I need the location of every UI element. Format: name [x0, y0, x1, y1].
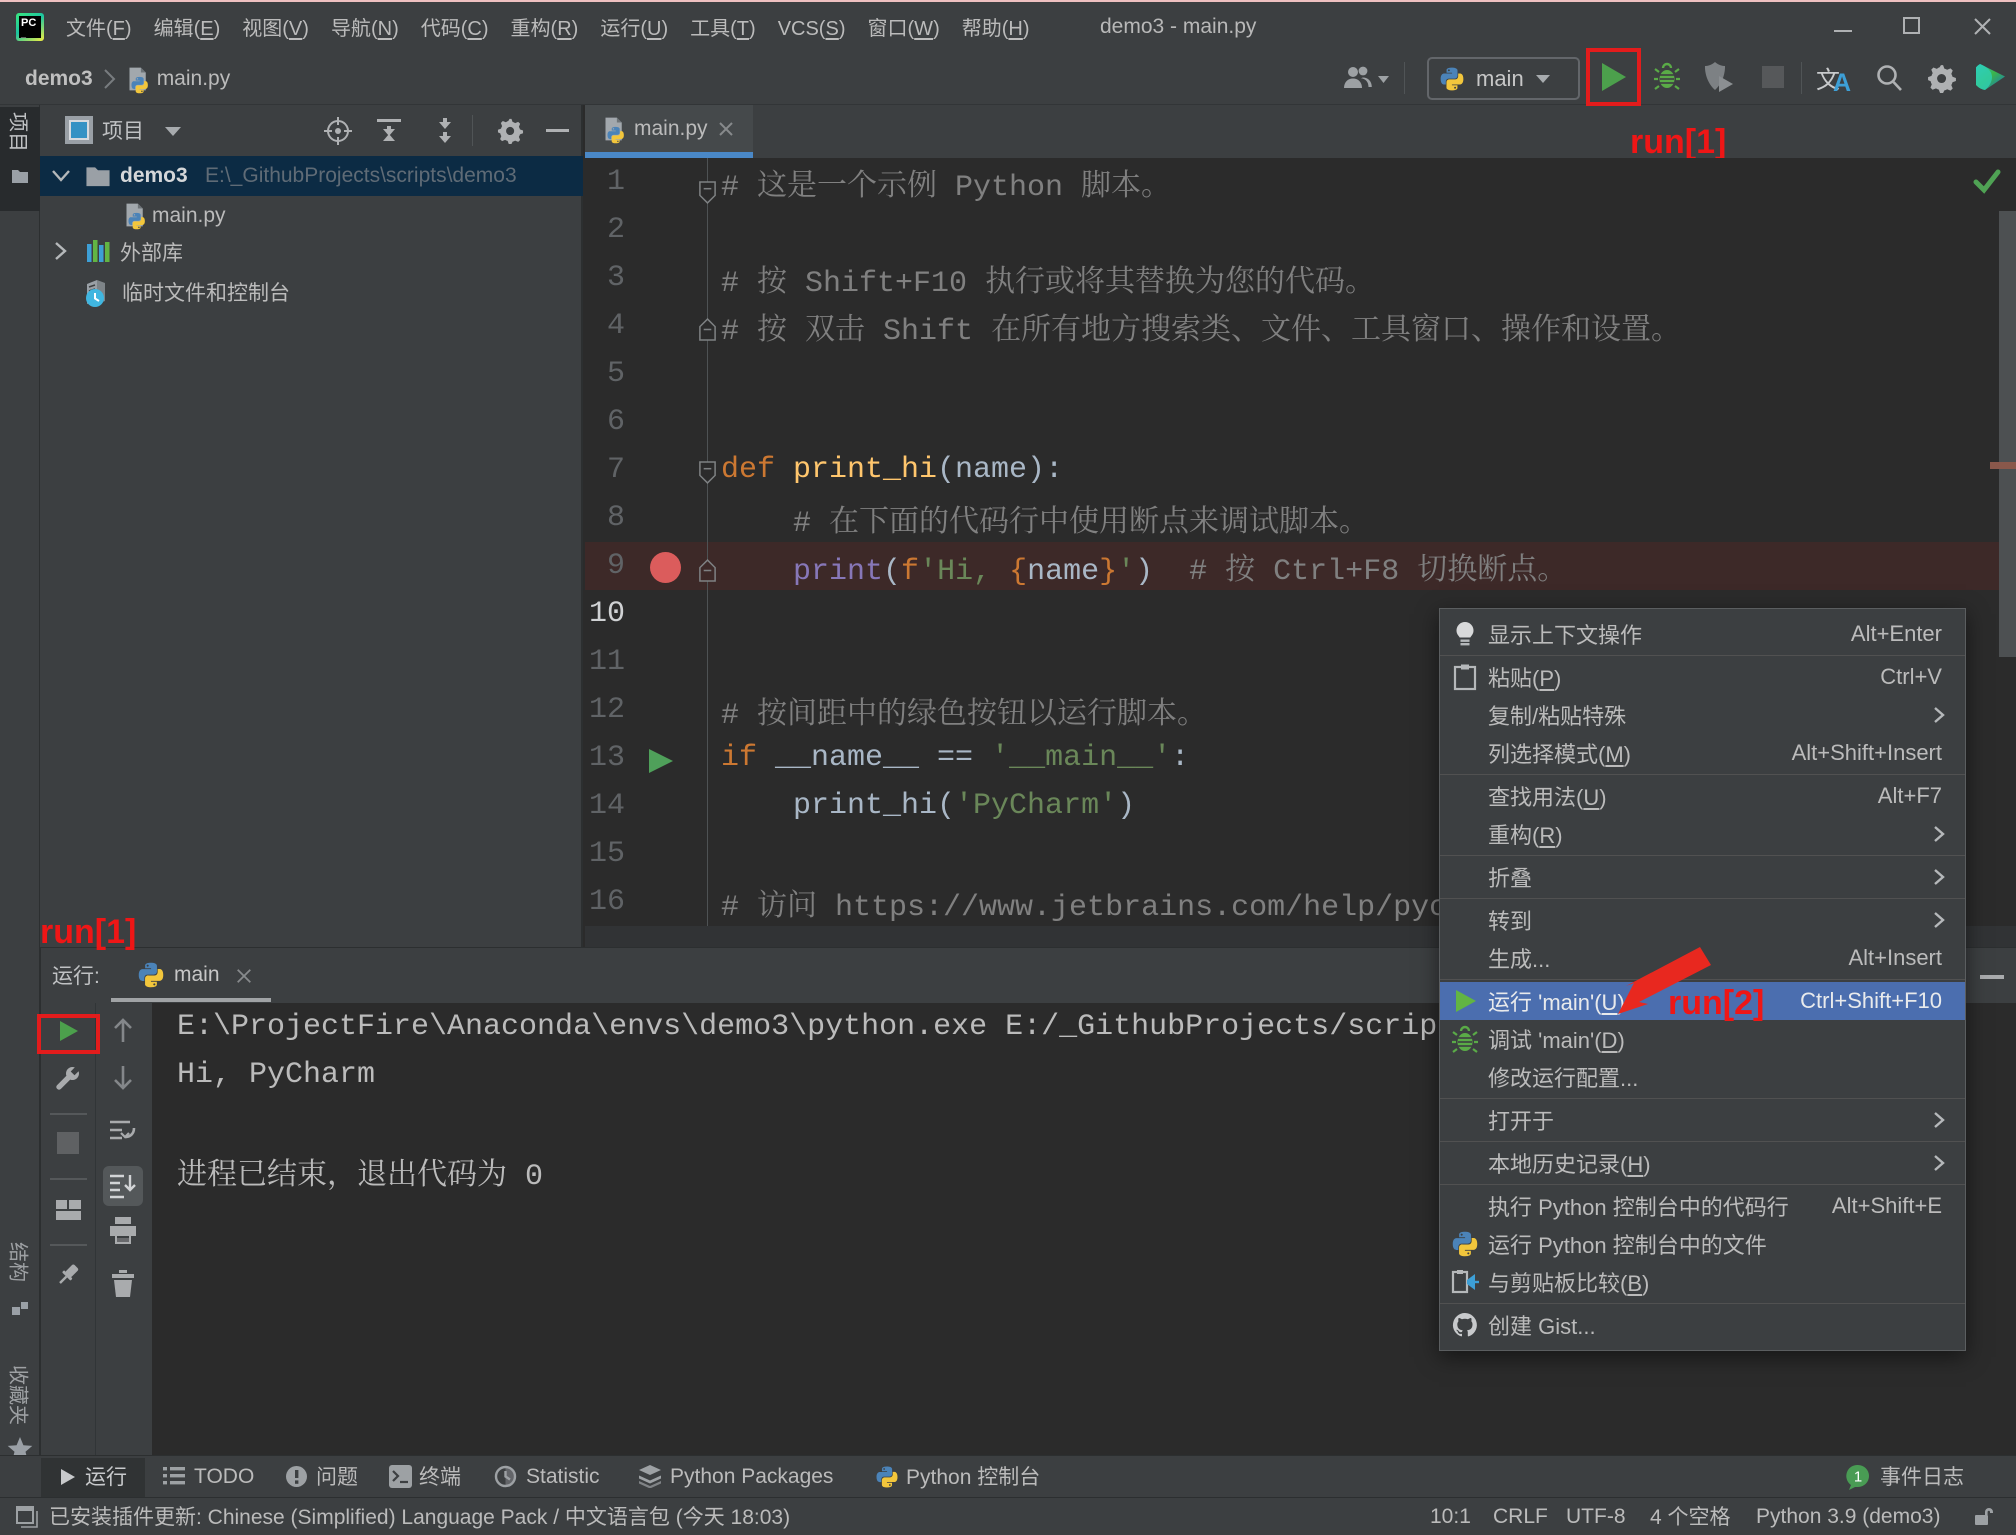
svg-text:1: 1	[1854, 1469, 1862, 1486]
